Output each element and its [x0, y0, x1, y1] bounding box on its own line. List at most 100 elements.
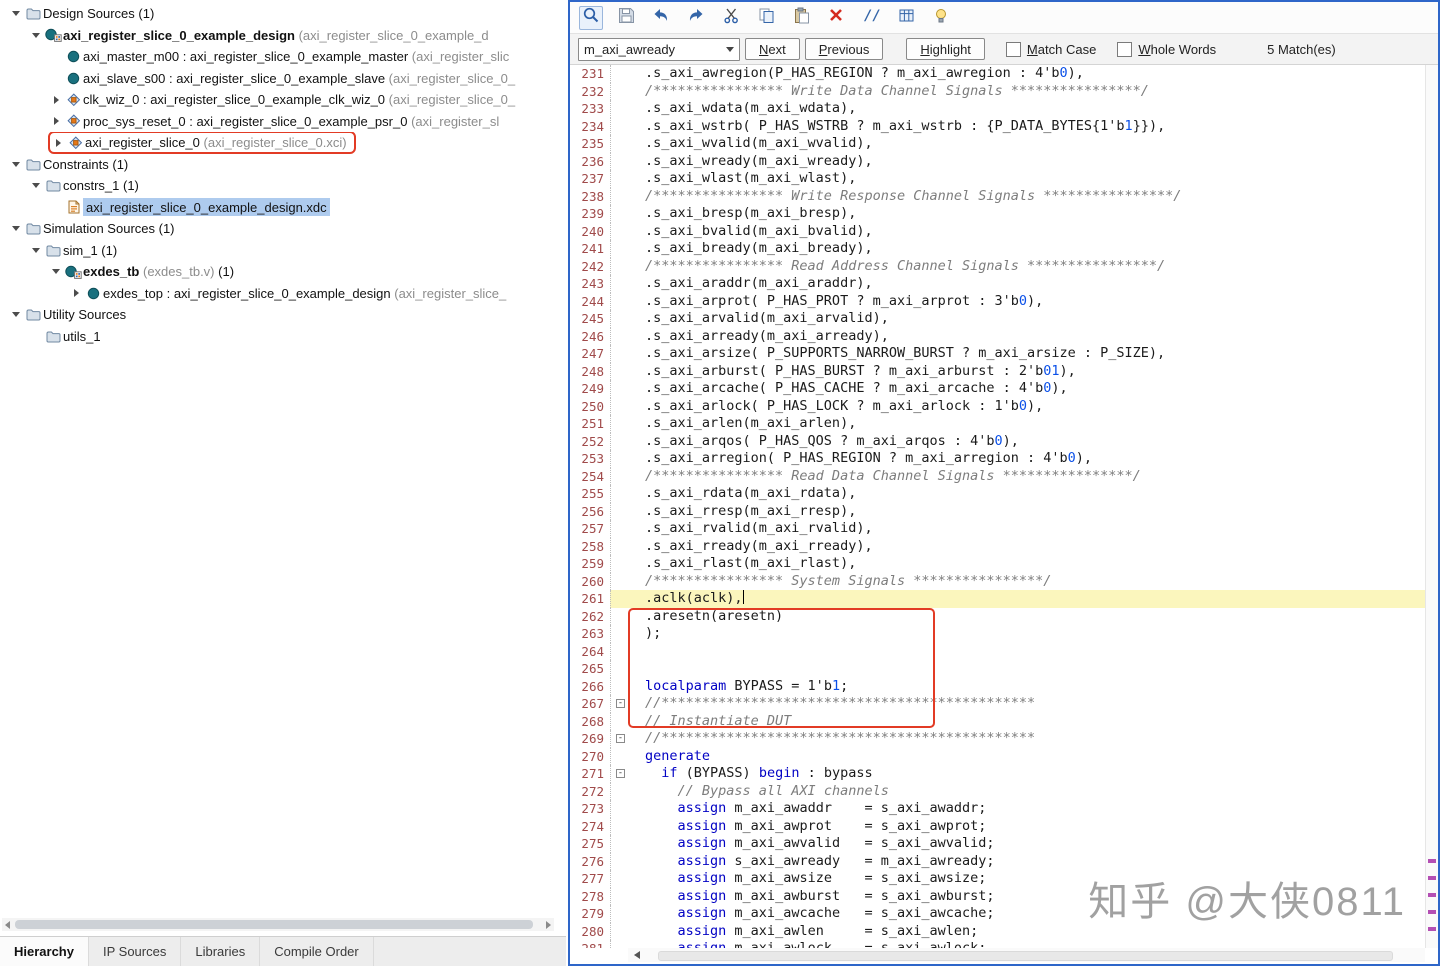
tree-row[interactable]: exdes_tb (exdes_tb.v) (1)	[0, 261, 566, 283]
code-line-265[interactable]: 265	[570, 660, 1426, 678]
code-line-255[interactable]: 255 .s_axi_rdata(m_axi_rdata),	[570, 485, 1426, 503]
code-line-267[interactable]: 267 - //**********************************…	[570, 695, 1426, 713]
chevron-collapsed-icon[interactable]	[50, 139, 66, 147]
fold-collapse-icon[interactable]: -	[616, 734, 625, 743]
tree-row[interactable]: axi_register_slice_0 (axi_register_slice…	[0, 132, 566, 154]
code-line-244[interactable]: 244 .s_axi_arprot( P_HAS_PROT ? m_axi_arp…	[570, 292, 1426, 310]
tab-hierarchy[interactable]: Hierarchy	[0, 937, 89, 966]
tree-row[interactable]: axi_register_slice_0_example_design (axi…	[0, 25, 566, 47]
cut-button[interactable]	[719, 6, 743, 30]
toggle-comment-button[interactable]: //	[859, 6, 883, 30]
find-next-button[interactable]: Next	[745, 38, 800, 60]
code-line-231[interactable]: 231 .s_axi_awregion(P_HAS_REGION ? m_axi_…	[570, 65, 1426, 83]
tree-row[interactable]: clk_wiz_0 : axi_register_slice_0_example…	[0, 89, 566, 111]
scrollbar-thumb[interactable]	[15, 920, 533, 929]
code-line-238[interactable]: 238 /**************** Write Response Chan…	[570, 187, 1426, 205]
undo-button[interactable]	[649, 6, 673, 30]
code-line-258[interactable]: 258 .s_axi_rready(m_axi_rready),	[570, 537, 1426, 555]
chevron-expanded-icon[interactable]	[8, 11, 24, 16]
tree-row[interactable]: exdes_top : axi_register_slice_0_example…	[0, 283, 566, 305]
code-line-272[interactable]: 272 // Bypass all AXI channels	[570, 782, 1426, 800]
code-line-239[interactable]: 239 .s_axi_bresp(m_axi_bresp),	[570, 205, 1426, 223]
tree-row[interactable]: axi_register_slice_0_example_design.xdc	[0, 197, 566, 219]
tree-row[interactable]: Simulation Sources (1)	[0, 218, 566, 240]
tree-row[interactable]: Constraints (1)	[0, 154, 566, 176]
find-query-combobox[interactable]: m_axi_awready	[578, 37, 740, 61]
code-line-251[interactable]: 251 .s_axi_arlen(m_axi_arlen),	[570, 415, 1426, 433]
tree-row[interactable]: Design Sources (1)	[0, 3, 566, 25]
code-line-237[interactable]: 237 .s_axi_wlast(m_axi_wlast),	[570, 170, 1426, 188]
editor-horizontal-scrollbar[interactable]	[628, 948, 1425, 962]
code-line-273[interactable]: 273 assign m_axi_awaddr = s_axi_awaddr;	[570, 800, 1426, 818]
scrollbar-track[interactable]	[13, 920, 543, 929]
tree-row[interactable]: constrs_1 (1)	[0, 175, 566, 197]
code-line-268[interactable]: 268 // Instantiate DUT	[570, 712, 1426, 730]
code-line-249[interactable]: 249 .s_axi_arcache( P_HAS_CACHE ? m_axi_a…	[570, 380, 1426, 398]
chevron-expanded-icon[interactable]	[8, 312, 24, 317]
quick-fix-button[interactable]	[929, 6, 953, 30]
chevron-expanded-icon[interactable]	[28, 33, 44, 38]
code-line-242[interactable]: 242 /**************** Read Address Channe…	[570, 257, 1426, 275]
chevron-expanded-icon[interactable]	[8, 226, 24, 231]
tree-row[interactable]: sim_1 (1)	[0, 240, 566, 262]
code-line-261[interactable]: 261 .aclk(aclk),	[570, 590, 1426, 608]
chevron-collapsed-icon[interactable]	[48, 117, 64, 125]
code-line-234[interactable]: 234 .s_axi_wstrb( P_HAS_WSTRB ? m_axi_wst…	[570, 117, 1426, 135]
column-select-button[interactable]	[894, 6, 918, 30]
code-line-262[interactable]: 262 .aresetn(aresetn)	[570, 607, 1426, 625]
tab-ip-sources[interactable]: IP Sources	[89, 937, 182, 966]
code-line-252[interactable]: 252 .s_axi_arqos( P_HAS_QOS ? m_axi_arqos…	[570, 432, 1426, 450]
tree-row[interactable]: utils_1	[0, 326, 566, 348]
code-line-236[interactable]: 236 .s_axi_wready(m_axi_wready),	[570, 152, 1426, 170]
code-line-269[interactable]: 269 - //**********************************…	[570, 730, 1426, 748]
code-line-266[interactable]: 266 localparam BYPASS = 1'b1;	[570, 677, 1426, 695]
scrollbar-track[interactable]	[644, 950, 1421, 961]
tree-row[interactable]: Utility Sources	[0, 304, 566, 326]
code-line-264[interactable]: 264	[570, 642, 1426, 660]
code-line-240[interactable]: 240 .s_axi_bvalid(m_axi_bvalid),	[570, 222, 1426, 240]
sources-horizontal-scrollbar[interactable]	[2, 918, 554, 931]
code-line-276[interactable]: 276 assign s_axi_awready = m_axi_awready…	[570, 852, 1426, 870]
find-previous-button[interactable]: Previous	[804, 38, 884, 60]
highlight-button[interactable]: Highlight	[906, 38, 985, 60]
tree-row[interactable]: proc_sys_reset_0 : axi_register_slice_0_…	[0, 111, 566, 133]
code-line-247[interactable]: 247 .s_axi_arsize( P_SUPPORTS_NARROW_BURS…	[570, 345, 1426, 363]
copy-button[interactable]	[754, 6, 778, 30]
editor-vertical-scrollbar[interactable]	[1425, 65, 1438, 948]
code-line-241[interactable]: 241 .s_axi_bready(m_axi_bready),	[570, 240, 1426, 258]
fold-collapse-icon[interactable]: -	[616, 769, 625, 778]
code-line-271[interactable]: 271 - if (BYPASS) begin : bypass	[570, 765, 1426, 783]
scroll-left-icon[interactable]	[5, 920, 10, 929]
paste-button[interactable]	[789, 6, 813, 30]
code-line-232[interactable]: 232 /**************** Write Data Channel …	[570, 82, 1426, 100]
scroll-right-icon[interactable]	[546, 920, 551, 929]
code-line-245[interactable]: 245 .s_axi_arvalid(m_axi_arvalid),	[570, 310, 1426, 328]
save-button[interactable]	[614, 6, 638, 30]
code-line-246[interactable]: 246 .s_axi_arready(m_axi_arready),	[570, 327, 1426, 345]
delete-button[interactable]	[824, 6, 848, 30]
code-line-233[interactable]: 233 .s_axi_wdata(m_axi_wdata),	[570, 100, 1426, 118]
code-line-254[interactable]: 254 /**************** Read Data Channel S…	[570, 467, 1426, 485]
tree-row[interactable]: axi_master_m00 : axi_register_slice_0_ex…	[0, 46, 566, 68]
scroll-left-icon[interactable]	[634, 951, 640, 959]
code-line-235[interactable]: 235 .s_axi_wvalid(m_axi_wvalid),	[570, 135, 1426, 153]
code-line-281[interactable]: 281 assign m_axi_awlock = s_axi_awlock;	[570, 940, 1426, 948]
chevron-expanded-icon[interactable]	[28, 248, 44, 253]
code-line-275[interactable]: 275 assign m_axi_awvalid = s_axi_awvalid…	[570, 835, 1426, 853]
code-line-256[interactable]: 256 .s_axi_rresp(m_axi_rresp),	[570, 502, 1426, 520]
code-line-270[interactable]: 270 generate	[570, 747, 1426, 765]
find-button[interactable]	[579, 5, 603, 30]
code-line-259[interactable]: 259 .s_axi_rlast(m_axi_rlast),	[570, 555, 1426, 573]
chevron-expanded-icon[interactable]	[28, 183, 44, 188]
code-line-243[interactable]: 243 .s_axi_araddr(m_axi_araddr),	[570, 275, 1426, 293]
match-case-checkbox[interactable]: Match Case	[1005, 41, 1096, 57]
code-line-274[interactable]: 274 assign m_axi_awprot = s_axi_awprot;	[570, 817, 1426, 835]
code-line-260[interactable]: 260 /**************** System Signals ****…	[570, 572, 1426, 590]
code-line-250[interactable]: 250 .s_axi_arlock( P_HAS_LOCK ? m_axi_arl…	[570, 397, 1426, 415]
redo-button[interactable]	[684, 6, 708, 30]
chevron-collapsed-icon[interactable]	[68, 289, 84, 297]
whole-words-checkbox[interactable]: Whole Words	[1117, 41, 1216, 57]
code-line-253[interactable]: 253 .s_axi_arregion( P_HAS_REGION ? m_axi…	[570, 450, 1426, 468]
code-line-257[interactable]: 257 .s_axi_rvalid(m_axi_rvalid),	[570, 520, 1426, 538]
chevron-expanded-icon[interactable]	[8, 162, 24, 167]
